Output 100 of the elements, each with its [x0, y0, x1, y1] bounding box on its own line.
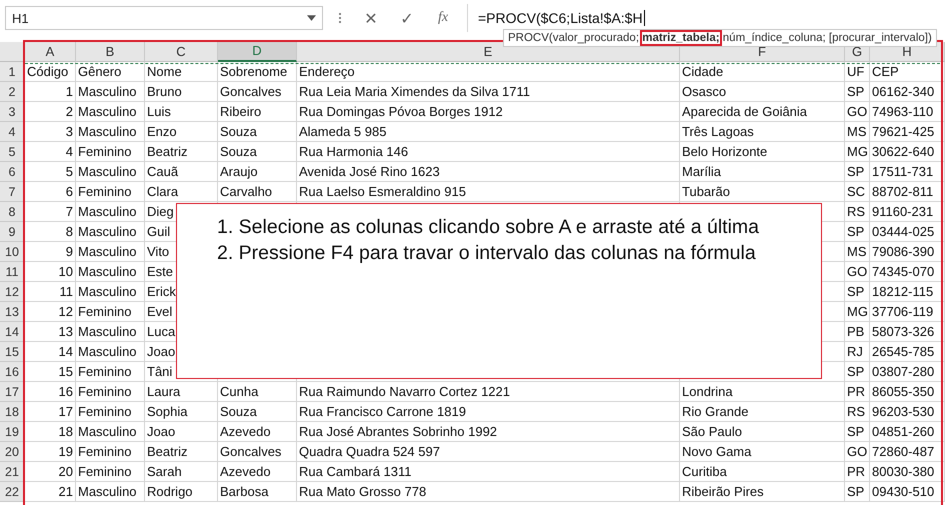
table-cell: SP — [845, 82, 870, 102]
column-header[interactable]: D — [218, 42, 297, 62]
row-header[interactable]: 15 — [0, 342, 25, 362]
table-cell: SC — [845, 182, 870, 202]
table-cell: Rua Raimundo Navarro Cortez 1221 — [297, 382, 680, 402]
table-cell: Rua Mato Grosso 778 — [297, 482, 680, 502]
row-header[interactable]: 4 — [0, 122, 25, 142]
row-header[interactable]: 7 — [0, 182, 25, 202]
table-cell: Alameda 5 985 — [297, 122, 680, 142]
table-cell: Araujo — [218, 162, 297, 182]
table-cell: 79086-390 — [870, 242, 945, 262]
column-header[interactable]: C — [145, 42, 218, 62]
table-cell: Rua Harmonia 146 — [297, 142, 680, 162]
function-tooltip: PROCV(valor_procurado; matriz_tabela; núm_índice_coluna; [procurar_intervalo]) — [503, 29, 937, 47]
table-cell: PR — [845, 382, 870, 402]
table-cell: 13 — [25, 322, 76, 342]
table-cell: Londrina — [680, 382, 845, 402]
table-cell: Masculino — [76, 342, 145, 362]
row-header[interactable]: 6 — [0, 162, 25, 182]
name-box-value: H1 — [12, 10, 29, 26]
table-cell: 88702-811 — [870, 182, 945, 202]
row-header[interactable]: 5 — [0, 142, 25, 162]
row-header[interactable]: 11 — [0, 262, 25, 282]
table-cell: SP — [845, 222, 870, 242]
row-header[interactable]: 18 — [0, 402, 25, 422]
table-cell: Cunha — [218, 382, 297, 402]
row-header[interactable]: 21 — [0, 462, 25, 482]
table-cell: 15 — [25, 362, 76, 382]
table-cell: 17 — [25, 402, 76, 422]
table-cell: 6 — [25, 182, 76, 202]
caret-icon[interactable] — [307, 15, 316, 21]
table-cell: 8 — [25, 222, 76, 242]
table-cell: Masculino — [76, 242, 145, 262]
instruction-line: 1. Selecione as colunas clicando sobre A e arraste até a última — [217, 215, 759, 240]
table-cell: Feminino — [76, 462, 145, 482]
drag-handle-icon[interactable] — [339, 13, 341, 23]
table-cell: Feminino — [76, 402, 145, 422]
table-cell: Belo Horizonte — [680, 142, 845, 162]
table-cell: Bruno — [145, 82, 218, 102]
table-cell: 04851-260 — [870, 422, 945, 442]
table-cell: Quadra Quadra 524 597 — [297, 442, 680, 462]
instruction-line: 2. Pressione F4 para travar o intervalo das colunas na fórmula — [217, 241, 756, 266]
table-cell: 4 — [25, 142, 76, 162]
row-header[interactable]: 13 — [0, 302, 25, 322]
table-cell: São Paulo — [680, 422, 845, 442]
select-all-corner[interactable] — [0, 42, 25, 62]
row-header[interactable]: 17 — [0, 382, 25, 402]
table-cell: 3 — [25, 122, 76, 142]
table-cell: MG — [845, 302, 870, 322]
row-header[interactable]: 9 — [0, 222, 25, 242]
table-cell: Rua Cambará 1311 — [297, 462, 680, 482]
table-cell: 2 — [25, 102, 76, 122]
table-cell: Tubarão — [680, 182, 845, 202]
column-title: UF — [845, 62, 870, 82]
row-header[interactable]: 22 — [0, 482, 25, 502]
row-header[interactable]: 20 — [0, 442, 25, 462]
table-cell: 16 — [25, 382, 76, 402]
table-cell: Rua Francisco Carrone 1819 — [297, 402, 680, 422]
column-title: Nome — [145, 62, 218, 82]
table-cell: Laura — [145, 382, 218, 402]
row-header[interactable]: 3 — [0, 102, 25, 122]
table-cell: Rodrigo — [145, 482, 218, 502]
table-cell: SP — [845, 422, 870, 442]
table-cell: 19 — [25, 442, 76, 462]
table-cell: Clara — [145, 182, 218, 202]
column-header[interactable]: A — [25, 42, 76, 62]
table-cell: Masculino — [76, 162, 145, 182]
table-cell: Masculino — [76, 322, 145, 342]
table-cell: MS — [845, 122, 870, 142]
table-cell: Cauã — [145, 162, 218, 182]
table-cell: Beatriz — [145, 442, 218, 462]
table-cell: 74345-070 — [870, 262, 945, 282]
name-box[interactable]: H1 — [5, 6, 323, 30]
table-cell: 20 — [25, 462, 76, 482]
row-header[interactable]: 14 — [0, 322, 25, 342]
table-cell: PR — [845, 462, 870, 482]
row-header[interactable]: 12 — [0, 282, 25, 302]
table-cell: Luis — [145, 102, 218, 122]
row-header[interactable]: 10 — [0, 242, 25, 262]
table-cell: Feminino — [76, 442, 145, 462]
table-cell: Feminino — [76, 362, 145, 382]
row-header[interactable]: 1 — [0, 62, 25, 82]
table-cell: Barbosa — [218, 482, 297, 502]
table-cell: MG — [845, 142, 870, 162]
table-cell: 86055-350 — [870, 382, 945, 402]
table-cell: Goncalves — [218, 82, 297, 102]
row-header[interactable]: 16 — [0, 362, 25, 382]
table-cell: 12 — [25, 302, 76, 322]
column-header[interactable]: B — [76, 42, 145, 62]
row-header[interactable]: 2 — [0, 82, 25, 102]
table-cell: 80030-380 — [870, 462, 945, 482]
table-cell: Masculino — [76, 262, 145, 282]
column-title: Cidade — [680, 62, 845, 82]
table-cell: RS — [845, 202, 870, 222]
row-header[interactable]: 8 — [0, 202, 25, 222]
table-cell: 72860-487 — [870, 442, 945, 462]
table-cell: GO — [845, 442, 870, 462]
table-cell: Ribeiro — [218, 102, 297, 122]
row-header[interactable]: 19 — [0, 422, 25, 442]
table-cell: 18 — [25, 422, 76, 442]
